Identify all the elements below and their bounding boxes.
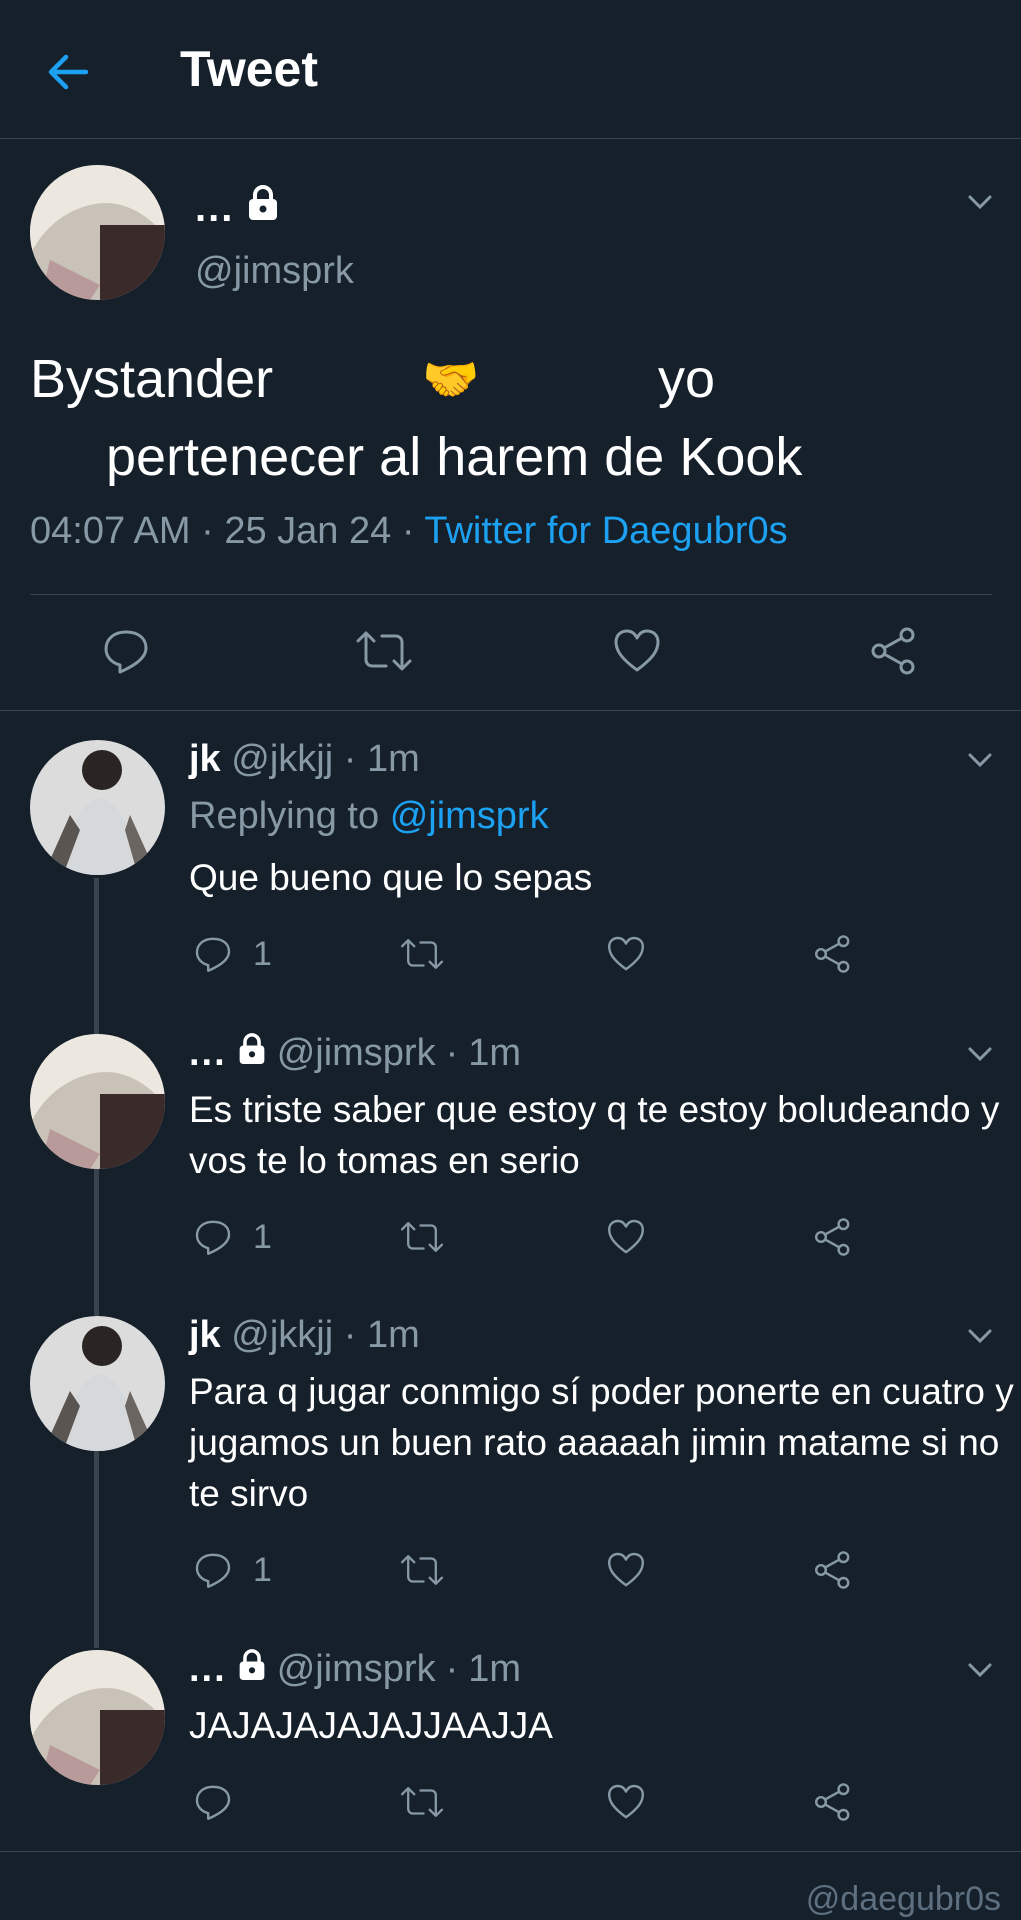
reply-header: jk @jkkjj · 1m <box>189 1314 420 1357</box>
reply-time: 1m <box>468 1648 522 1690</box>
avatar-jimsprk[interactable] <box>30 1650 165 1785</box>
tweet-time: 04:07 AM <box>30 510 191 552</box>
avatar-jimsprk[interactable] <box>30 1034 165 1169</box>
reply-author-handle[interactable]: @jkkjj <box>231 1314 333 1356</box>
reply-icon[interactable] <box>193 934 233 979</box>
reply-icon[interactable] <box>193 1782 233 1827</box>
separator: · <box>445 1032 459 1074</box>
separator: · <box>201 510 225 552</box>
retweet-icon[interactable] <box>399 934 445 979</box>
lock-icon <box>246 185 280 231</box>
tweet-text-part: yo <box>658 349 716 409</box>
share-icon[interactable] <box>813 934 853 979</box>
retweet-icon[interactable] <box>399 1550 445 1595</box>
chevron-down-icon[interactable] <box>962 1318 998 1354</box>
author-handle[interactable]: @jimsprk <box>195 250 354 293</box>
separator: · <box>343 1314 357 1356</box>
like-icon[interactable] <box>606 934 646 979</box>
reply-header: ... @jimsprk · 1m <box>189 1648 521 1691</box>
avatar-jkkjj[interactable] <box>30 1316 165 1451</box>
replying-to-link[interactable]: @jimsprk <box>390 795 549 837</box>
divider <box>0 1851 1021 1852</box>
retweet-icon[interactable] <box>399 1217 445 1262</box>
reply-text: JAJAJAJAJAJJAAJJA <box>189 1705 553 1746</box>
reply-count: 1 <box>253 1551 272 1589</box>
reply-author-name[interactable]: ... <box>189 1648 227 1691</box>
reply-time: 1m <box>366 1314 420 1356</box>
tweet-date: 25 Jan 24 <box>224 510 392 552</box>
handshake-emoji: 🤝 <box>422 352 480 406</box>
share-icon[interactable] <box>813 1217 853 1262</box>
reply-text: Para q jugar conmigo sí poder ponerte en… <box>189 1371 1014 1514</box>
tweet-text-line: pertenecer al harem de Kook <box>106 427 803 487</box>
share-icon[interactable] <box>813 1782 853 1827</box>
author-display-name: ... <box>195 185 235 230</box>
watermark: @daegubr0s <box>805 1880 1001 1918</box>
avatar-jkkjj[interactable] <box>30 740 165 875</box>
divider <box>30 594 992 595</box>
tweet-text: Bystander 🤝 yo pertenecer al harem de Ko… <box>30 340 990 496</box>
separator: · <box>343 738 357 780</box>
top-bar <box>0 0 1021 139</box>
reply-time: 1m <box>468 1032 522 1074</box>
lock-icon <box>237 1648 267 1691</box>
chevron-down-icon[interactable] <box>962 1036 998 1072</box>
author-name: ... <box>195 185 280 231</box>
like-icon[interactable] <box>606 1217 646 1262</box>
share-icon[interactable] <box>869 626 919 681</box>
reply-count: 1 <box>253 935 272 973</box>
reply-icon[interactable] <box>193 1550 233 1595</box>
reply-text: Que bueno que lo sepas <box>189 857 593 898</box>
chevron-down-icon[interactable] <box>962 184 998 220</box>
retweet-icon[interactable] <box>354 626 414 681</box>
reply-count: 1 <box>253 1218 272 1256</box>
like-icon[interactable] <box>606 1782 646 1827</box>
reply-text: Es triste saber que estoy q te estoy bol… <box>189 1089 1000 1181</box>
reply-header: jk @jkkjj · 1m <box>189 738 420 781</box>
chevron-down-icon[interactable] <box>962 742 998 778</box>
page-title: Tweet <box>180 41 318 97</box>
tweet-source-link[interactable]: Twitter for Daegubr0s <box>424 510 787 552</box>
reply-author-handle[interactable]: @jimsprk <box>277 1032 436 1075</box>
tweet-meta: 04:07 AM · 25 Jan 24 · Twitter for Daegu… <box>30 510 788 553</box>
reply-time: 1m <box>366 738 420 780</box>
separator: · <box>401 510 425 552</box>
reply-author-handle[interactable]: @jimsprk <box>277 1648 436 1691</box>
share-icon[interactable] <box>813 1550 853 1595</box>
chevron-down-icon[interactable] <box>962 1652 998 1688</box>
retweet-icon[interactable] <box>399 1782 445 1827</box>
like-icon[interactable] <box>612 626 662 681</box>
like-icon[interactable] <box>606 1550 646 1595</box>
lock-icon <box>237 1032 267 1075</box>
reply-icon[interactable] <box>193 1217 233 1262</box>
reply-author-name[interactable]: jk <box>189 1314 221 1356</box>
reply-author-name[interactable]: jk <box>189 738 221 780</box>
reply-header: ... @jimsprk · 1m <box>189 1032 521 1075</box>
divider <box>0 710 1021 711</box>
replying-to: Replying to @jimsprk <box>189 795 549 838</box>
thread-connector <box>94 878 99 1648</box>
reply-icon[interactable] <box>101 626 151 681</box>
back-arrow-icon[interactable] <box>44 48 92 96</box>
reply-author-handle[interactable]: @jkkjj <box>231 738 333 780</box>
separator: · <box>445 1648 459 1690</box>
reply-author-name[interactable]: ... <box>189 1032 227 1075</box>
avatar-jimsprk[interactable] <box>30 165 165 300</box>
tweet-text-part: Bystander <box>30 349 274 409</box>
replying-to-label: Replying to <box>189 795 380 837</box>
